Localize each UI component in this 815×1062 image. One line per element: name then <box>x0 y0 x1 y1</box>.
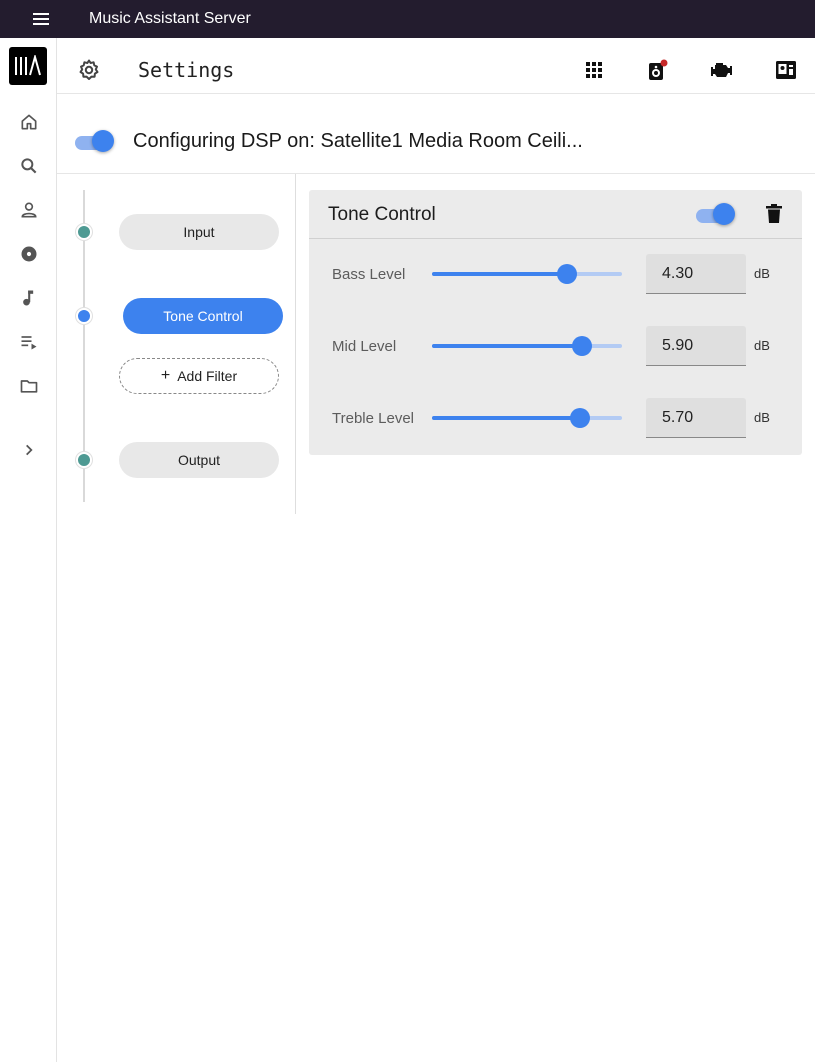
bass-level-slider[interactable] <box>432 262 622 286</box>
slider-thumb[interactable] <box>570 408 590 428</box>
home-icon[interactable] <box>0 107 57 137</box>
menu-icon[interactable] <box>27 5 55 33</box>
search-icon[interactable] <box>0 151 57 181</box>
input-stage-label: Input <box>183 224 215 240</box>
param-label: Bass Level <box>332 266 406 283</box>
slider-thumb[interactable] <box>557 264 577 284</box>
tone-control-stage-button[interactable]: Tone Control <box>123 298 283 334</box>
dsp-config-title: Configuring DSP on: Satellite1 Media Roo… <box>133 130 583 152</box>
speaker-icon[interactable] <box>646 58 670 82</box>
pipeline-node-tone-control <box>76 308 92 324</box>
param-row: Mid Level dB <box>309 326 802 366</box>
param-label: Mid Level <box>332 338 397 355</box>
tone-control-stage-label: Tone Control <box>163 308 243 324</box>
bass-level-input[interactable] <box>646 254 746 294</box>
toggle-thumb <box>713 203 735 225</box>
app-logo[interactable] <box>9 47 47 85</box>
filter-enable-toggle[interactable] <box>696 203 735 225</box>
artists-icon[interactable] <box>0 195 57 225</box>
pipeline-node-input <box>76 224 92 240</box>
playlists-icon[interactable] <box>0 327 57 357</box>
input-stage-button[interactable]: Input <box>119 214 279 250</box>
folder-icon[interactable] <box>0 371 57 401</box>
engine-icon[interactable] <box>710 58 734 82</box>
delete-icon[interactable] <box>765 204 783 224</box>
panel-divider <box>309 238 802 239</box>
filter-title: Tone Control <box>328 204 436 225</box>
dsp-pipeline: Input Tone Control + Add Filter Output <box>57 174 296 514</box>
slider-fill <box>432 272 567 276</box>
slider-fill <box>432 344 582 348</box>
albums-icon[interactable] <box>0 239 57 269</box>
treble-level-input[interactable] <box>646 398 746 438</box>
slider-thumb[interactable] <box>572 336 592 356</box>
param-unit: dB <box>754 338 770 353</box>
add-filter-button[interactable]: + Add Filter <box>119 358 279 394</box>
pipeline-node-output <box>76 452 92 468</box>
chevron-right-icon[interactable] <box>0 435 57 465</box>
filter-panel: Tone Control Bass Level dB Mid Level dB <box>309 190 802 455</box>
output-stage-button[interactable]: Output <box>119 442 279 478</box>
toggle-thumb <box>92 130 114 152</box>
player-card-icon[interactable] <box>774 58 798 82</box>
slider-fill <box>432 416 580 420</box>
param-unit: dB <box>754 410 770 425</box>
tracks-icon[interactable] <box>0 283 57 313</box>
mid-level-input[interactable] <box>646 326 746 366</box>
page-title: Settings <box>138 58 235 82</box>
page-header: Settings <box>57 38 815 94</box>
app-title: Music Assistant Server <box>89 10 251 27</box>
add-filter-label: Add Filter <box>177 368 238 384</box>
dsp-config-row: Configuring DSP on: Satellite1 Media Roo… <box>57 95 815 174</box>
grid-icon[interactable] <box>582 58 606 82</box>
gear-icon[interactable] <box>77 58 101 82</box>
treble-level-slider[interactable] <box>432 406 622 430</box>
mid-level-slider[interactable] <box>432 334 622 358</box>
param-label: Treble Level <box>332 410 414 427</box>
nav-rail <box>0 38 57 1062</box>
plus-icon: + <box>160 367 171 384</box>
output-stage-label: Output <box>177 452 221 468</box>
param-row: Treble Level dB <box>309 398 802 438</box>
param-row: Bass Level dB <box>309 254 802 294</box>
param-unit: dB <box>754 266 770 281</box>
dsp-enable-toggle[interactable] <box>75 130 114 152</box>
app-bar: Music Assistant Server <box>0 0 815 38</box>
